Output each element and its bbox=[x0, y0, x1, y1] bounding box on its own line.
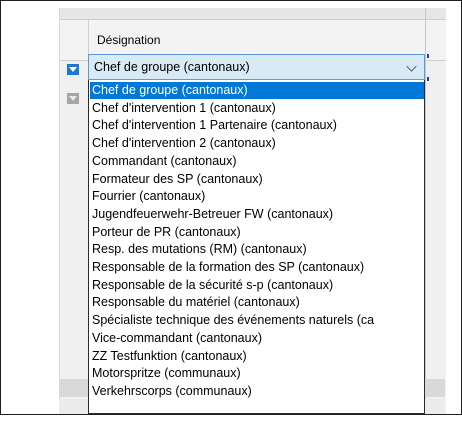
designation-combobox[interactable]: Chef de groupe (cantonaux) bbox=[88, 54, 425, 80]
dropdown-option[interactable]: Spécialiste technique des événements nat… bbox=[90, 312, 424, 329]
dropdown-option[interactable]: Chef d'intervention 1 Partenaire (canton… bbox=[90, 117, 424, 134]
dropdown-option[interactable]: Responsable du matériel (cantonaux) bbox=[90, 294, 424, 311]
cell-corner-mark bbox=[427, 54, 429, 58]
column-divider bbox=[425, 8, 426, 414]
dropdown-option[interactable]: Porteur de PR (cantonaux) bbox=[90, 224, 424, 241]
dropdown-option[interactable]: Verkehrscorps (communaux) bbox=[90, 383, 424, 400]
dropdown-option[interactable]: Resp. des mutations (RM) (cantonaux) bbox=[90, 241, 424, 258]
cell-corner-mark bbox=[427, 77, 429, 81]
dropdown-option[interactable]: Chef de groupe (cantonaux) bbox=[90, 82, 424, 99]
dropdown-option[interactable]: Responsable de la sécurité s-p (cantonau… bbox=[90, 277, 424, 294]
column-header-designation[interactable]: Désignation bbox=[97, 33, 160, 47]
dropdown-option[interactable]: Commandant (cantonaux) bbox=[90, 153, 424, 170]
dropdown-option[interactable]: Formateur des SP (cantonaux) bbox=[90, 171, 424, 188]
dropdown-option[interactable]: ZZ Testfunktion (cantonaux) bbox=[90, 348, 424, 365]
dropdown-option[interactable]: Chef d'intervention 1 (cantonaux) bbox=[90, 100, 424, 117]
grid-top-strip bbox=[60, 8, 446, 20]
bottom-border bbox=[0, 414, 462, 415]
combobox-value: Chef de groupe (cantonaux) bbox=[94, 60, 250, 74]
dropdown-list[interactable]: Chef de groupe (cantonaux) Chef d'interve… bbox=[88, 80, 425, 414]
dropdown-option[interactable]: Responsable de la formation des SP (cant… bbox=[90, 259, 424, 276]
dropdown-option[interactable]: Jugendfeuerwehr-Betreuer FW (cantonaux) bbox=[90, 206, 424, 223]
chevron-down-icon[interactable] bbox=[406, 61, 417, 72]
dropdown-option[interactable]: Fourrier (cantonaux) bbox=[90, 188, 424, 205]
row-indicator-icon[interactable] bbox=[67, 93, 79, 104]
dropdown-option[interactable]: Motorspritze (communaux) bbox=[90, 365, 424, 382]
dropdown-option[interactable]: Vice-commandant (cantonaux) bbox=[90, 330, 424, 347]
row-indicator-selected-icon[interactable] bbox=[67, 64, 79, 75]
dropdown-option[interactable]: Chef d'intervention 2 (cantonaux) bbox=[90, 135, 424, 152]
